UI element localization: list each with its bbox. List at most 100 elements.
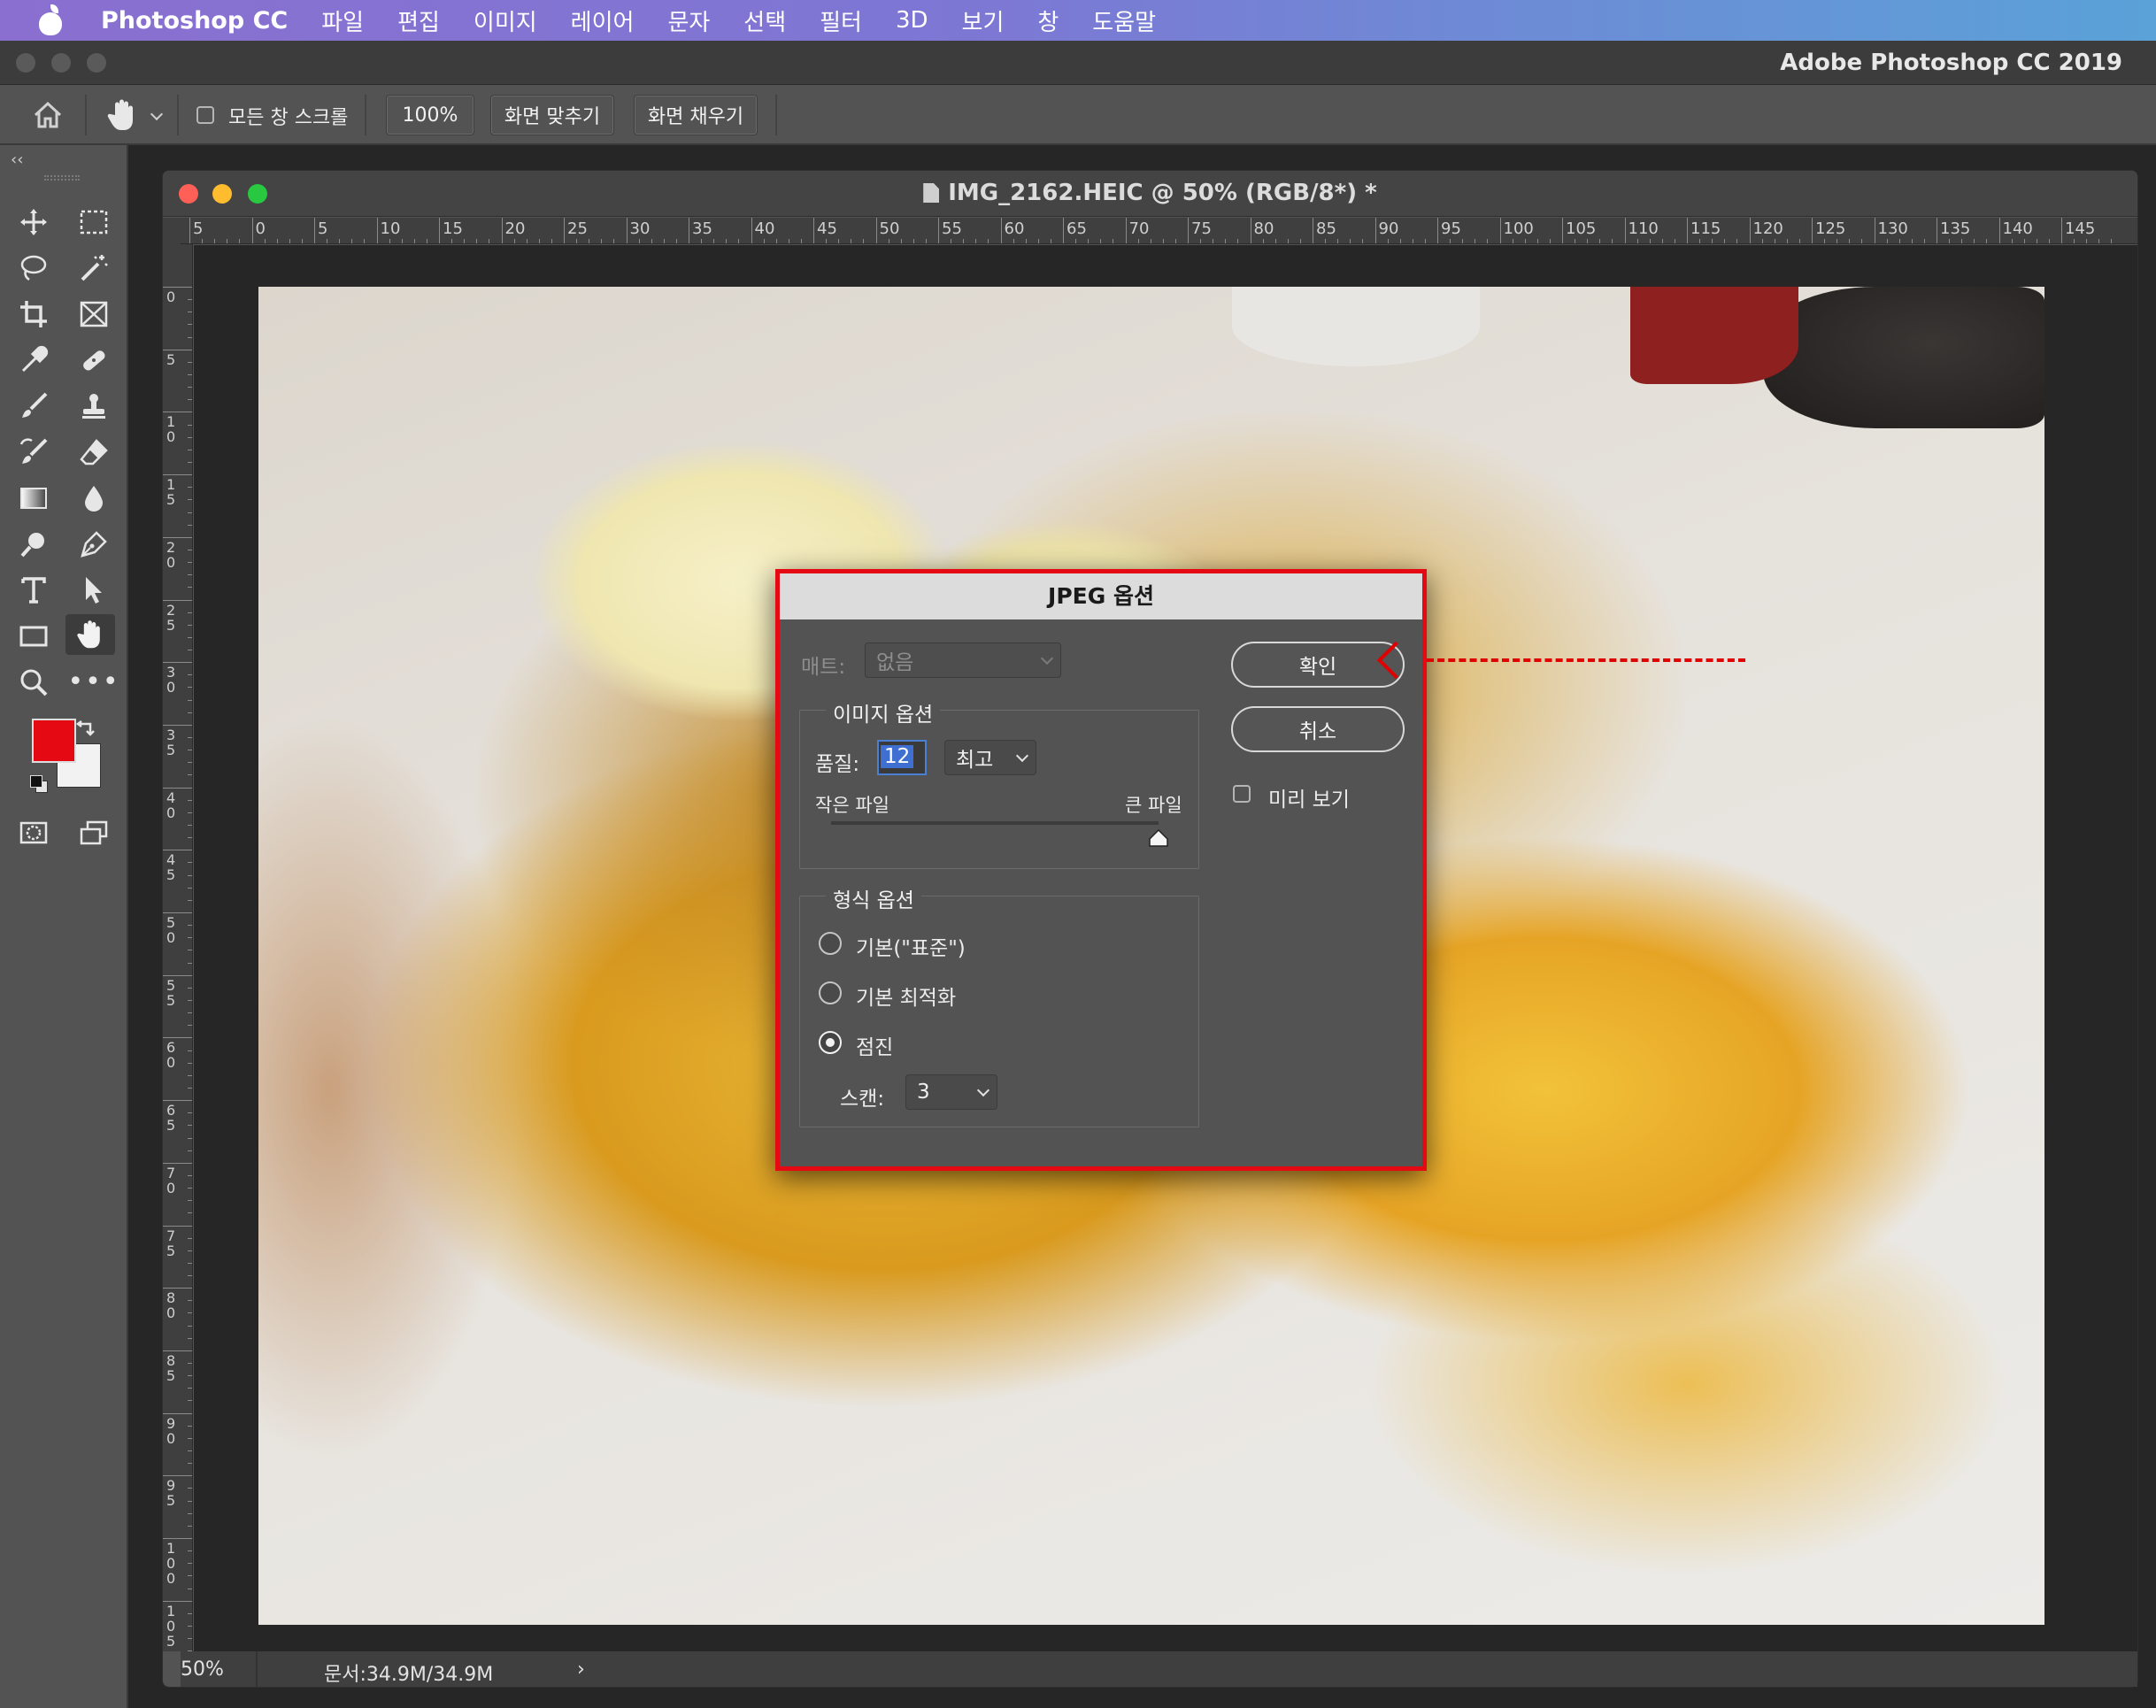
dodge-tool-icon[interactable] <box>9 524 58 565</box>
magic-wand-icon[interactable] <box>69 248 119 289</box>
menu-select[interactable]: 선택 <box>743 4 786 37</box>
matte-select[interactable]: 없음 <box>865 642 1061 678</box>
zoom-window-button[interactable] <box>87 53 106 73</box>
type-tool-icon[interactable] <box>9 570 58 611</box>
blur-tool-icon[interactable] <box>69 478 119 519</box>
screen-mode-icon[interactable] <box>69 812 119 853</box>
menu-view[interactable]: 보기 <box>962 4 1005 37</box>
ruler-h-label: 5 <box>318 219 328 238</box>
fit-screen-button[interactable]: 화면 맞추기 <box>490 95 614 135</box>
menu-app-name[interactable]: Photoshop CC <box>101 7 288 35</box>
default-colors-icon[interactable] <box>30 775 50 795</box>
ruler-h-label: 60 <box>1004 219 1025 238</box>
zoom-tool-icon[interactable] <box>9 662 58 703</box>
hand-tool-preset-icon[interactable] <box>106 97 138 133</box>
ruler-h-label: 120 <box>1752 219 1783 238</box>
ok-button[interactable]: 확인 <box>1231 642 1405 688</box>
jpeg-options-dialog: JPEG 옵션 매트: 없음 이미지 옵션 품질: 12 최고 작은 파일 큰 … <box>775 569 1427 1171</box>
ruler-h-label: 20 <box>504 219 526 238</box>
brush-tool-icon[interactable] <box>9 386 58 427</box>
ruler-v-label: 15 <box>166 476 176 509</box>
ruler-v-label: 50 <box>166 914 176 946</box>
minimize-window-button[interactable] <box>51 53 71 73</box>
format-options-title: 형식 옵션 <box>826 883 921 913</box>
vertical-ruler[interactable]: 0 5 10 15 20 25 30 35 40 45 50 55 60 65 70 75 80 85 90 95 10… <box>163 244 193 1651</box>
ruler-h-label: 140 <box>2002 219 2033 238</box>
ruler-h-label: 125 <box>1815 219 1846 238</box>
gradient-tool-icon[interactable] <box>9 478 58 519</box>
ruler-h-label: 65 <box>1066 219 1087 238</box>
status-menu-arrow-icon[interactable]: › <box>577 1658 585 1681</box>
horizontal-ruler[interactable]: 5 0 5 10 15 20 25 30 35 40 45 50 55 60 65 70 75 80 85 90 95 1… <box>181 218 2137 244</box>
healing-brush-icon[interactable] <box>69 340 119 381</box>
ruler-h-label: 135 <box>1940 219 1971 238</box>
frame-tool-icon[interactable] <box>69 294 119 335</box>
history-brush-icon[interactable] <box>9 432 58 473</box>
dialog-title: JPEG 옵션 <box>780 573 1422 619</box>
more-tools-icon[interactable]: ••• <box>67 662 119 703</box>
menu-3d[interactable]: 3D <box>896 7 928 34</box>
ruler-v-label: 55 <box>166 976 176 1009</box>
home-icon[interactable] <box>32 101 64 129</box>
ruler-h-label: 95 <box>1441 219 1461 238</box>
marquee-tool-icon[interactable] <box>69 202 119 242</box>
quality-input[interactable]: 12 <box>877 740 927 775</box>
ruler-v-label: 80 <box>166 1289 176 1322</box>
collapse-panel-icon[interactable]: ‹‹ <box>11 150 23 169</box>
zoom-level[interactable]: 50% <box>181 1658 224 1681</box>
image-options-group <box>799 710 1199 869</box>
zoom-100-button[interactable]: 100% <box>386 95 474 135</box>
ruler-v-label: 85 <box>166 1351 176 1384</box>
foreground-color-swatch[interactable] <box>32 719 76 763</box>
chevron-down-icon[interactable] <box>150 107 164 121</box>
options-bar: 모든 창 스크롤 100% 화면 맞추기 화면 채우기 <box>0 85 2156 145</box>
lasso-tool-icon[interactable] <box>9 248 58 289</box>
ruler-h-label: 30 <box>629 219 651 238</box>
menu-layer[interactable]: 레이어 <box>571 4 635 37</box>
clone-stamp-icon[interactable] <box>69 386 119 427</box>
ruler-v-label: 20 <box>166 538 176 571</box>
scan-select[interactable]: 3 <box>905 1074 997 1110</box>
fill-screen-button[interactable]: 화면 채우기 <box>634 95 758 135</box>
ruler-h-label: 80 <box>1253 219 1274 238</box>
annotation-arrow-line <box>1427 658 1745 662</box>
menu-image[interactable]: 이미지 <box>474 4 537 37</box>
pen-tool-icon[interactable] <box>69 524 119 565</box>
move-tool-icon[interactable] <box>9 202 58 242</box>
panel-grip[interactable] <box>44 175 80 181</box>
close-window-button[interactable] <box>16 53 35 73</box>
menu-type[interactable]: 문자 <box>667 4 710 37</box>
menu-edit[interactable]: 편집 <box>397 4 440 37</box>
menu-window[interactable]: 창 <box>1037 4 1059 37</box>
format-progressive-label: 점진 <box>856 1036 894 1059</box>
cancel-button[interactable]: 취소 <box>1231 706 1405 752</box>
small-file-label: 작은 파일 <box>815 795 889 816</box>
preview-checkbox[interactable] <box>1233 785 1251 803</box>
ruler-v-label: 90 <box>166 1414 176 1447</box>
format-baseline-label: 기본("표준") <box>856 937 966 960</box>
eraser-tool-icon[interactable] <box>69 432 119 473</box>
swap-colors-icon[interactable] <box>74 720 97 740</box>
crop-tool-icon[interactable] <box>9 294 58 335</box>
format-baseline-radio[interactable] <box>819 932 842 955</box>
quick-mask-icon[interactable] <box>9 812 58 853</box>
quality-preset-select[interactable]: 최고 <box>944 740 1036 775</box>
path-selection-icon[interactable] <box>69 570 119 611</box>
rectangle-tool-icon[interactable] <box>9 616 58 657</box>
menu-help[interactable]: 도움말 <box>1092 4 1156 37</box>
eyedropper-tool-icon[interactable] <box>9 340 58 381</box>
document-title-bar: IMG_2162.HEIC @ 50% (RGB/8*) * <box>163 171 2137 217</box>
ruler-h-label: 130 <box>1877 219 1908 238</box>
document-title: IMG_2162.HEIC @ 50% (RGB/8*) * <box>948 180 1377 206</box>
format-optimized-radio[interactable] <box>819 981 842 1004</box>
menu-filter[interactable]: 필터 <box>820 4 862 37</box>
menu-file[interactable]: 파일 <box>321 4 364 37</box>
scroll-all-windows-checkbox[interactable] <box>196 106 214 124</box>
ruler-v-label: 25 <box>166 601 176 634</box>
apple-icon[interactable] <box>35 4 67 36</box>
preview-label: 미리 보기 <box>1268 789 1350 812</box>
format-progressive-radio[interactable] <box>819 1031 842 1054</box>
quality-slider-track[interactable] <box>831 821 1159 825</box>
ruler-v-label: 105 <box>166 1602 176 1650</box>
hand-tool-icon[interactable] <box>65 614 115 655</box>
